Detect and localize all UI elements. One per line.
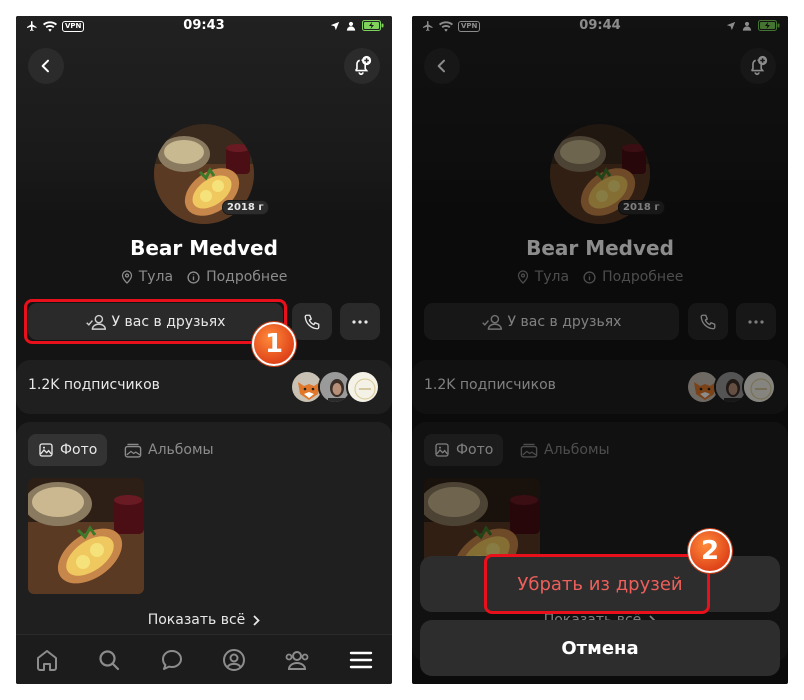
cancel-button[interactable]: Отмена — [420, 620, 780, 676]
chevron-right-icon — [253, 614, 261, 626]
subscribers-count: 1.2K подписчиков — [28, 377, 160, 393]
subscriber-avatars — [290, 370, 382, 404]
highlight-frame — [484, 554, 710, 614]
info-icon — [187, 270, 200, 284]
profile-icon[interactable] — [222, 648, 246, 672]
profile-more-link[interactable]: Подробнее — [187, 269, 287, 285]
tab-photo-label: Фото — [60, 442, 98, 458]
phone-screen-right: VPN 09:44 2018 г Bear Medved Тула Подроб… — [412, 16, 788, 684]
call-button[interactable] — [292, 303, 332, 340]
bottom-tab-bar — [16, 634, 392, 684]
messages-icon[interactable] — [160, 648, 184, 672]
photo-thumbnail[interactable] — [28, 478, 144, 594]
profile-meta: Тула Подробнее — [16, 269, 392, 285]
profile-city: Тула — [121, 269, 173, 285]
back-button[interactable] — [28, 48, 64, 84]
battery-icon — [362, 20, 384, 31]
tab-photo[interactable]: Фото — [28, 434, 108, 466]
subscribers-card[interactable]: 1.2K подписчиков — [16, 360, 392, 414]
bell-plus-icon — [354, 55, 372, 76]
friends-icon[interactable] — [284, 648, 310, 672]
person-icon — [346, 21, 356, 31]
show-all-link[interactable]: Показать всё — [16, 612, 392, 628]
avatar-year-badge: 2018 г — [222, 200, 269, 215]
location-pin-icon — [121, 270, 132, 284]
phone-icon — [304, 314, 320, 329]
step-badge: 2 — [688, 529, 732, 573]
city-label: Тула — [138, 269, 174, 285]
home-icon[interactable] — [35, 648, 59, 672]
status-bar: VPN 09:43 — [16, 16, 392, 38]
phone-screen-left: VPN 09:43 2018 г Bear Medved Тула Подроб… — [16, 16, 392, 684]
highlight-frame — [24, 299, 287, 344]
step-badge: 1 — [252, 322, 296, 366]
more-label: Подробнее — [206, 269, 288, 285]
cancel-label: Отмена — [561, 637, 639, 659]
profile-name: Bear Medved — [130, 236, 278, 260]
image-icon — [39, 443, 53, 457]
tab-albums-label: Альбомы — [148, 442, 214, 458]
ellipsis-icon — [352, 319, 368, 324]
tab-albums[interactable]: Альбомы — [124, 434, 214, 466]
back-arrow-icon — [41, 59, 49, 73]
location-arrow-icon — [330, 21, 340, 30]
subscriber-avatar — [346, 370, 380, 404]
albums-icon — [124, 443, 142, 458]
show-all-label: Показать всё — [147, 612, 246, 628]
search-icon[interactable] — [97, 648, 121, 672]
menu-icon[interactable] — [349, 648, 373, 672]
more-actions-button[interactable] — [340, 303, 380, 340]
photos-card: Фото Альбомы Показать всё — [16, 422, 392, 662]
notifications-button[interactable] — [344, 48, 380, 84]
